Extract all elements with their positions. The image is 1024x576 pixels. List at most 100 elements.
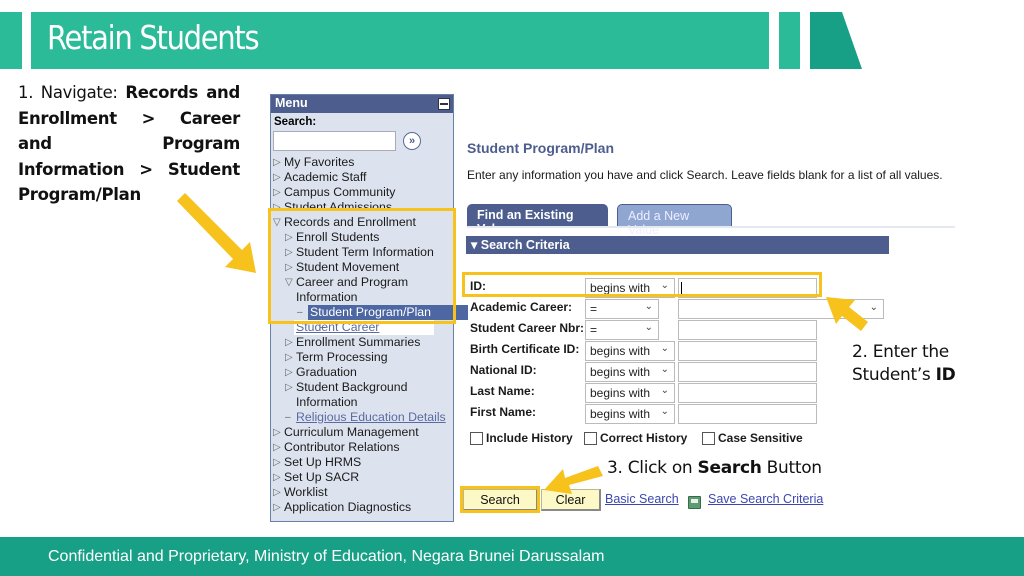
menu-item-label: My Favorites xyxy=(284,155,355,169)
menu-item-label: Information xyxy=(296,395,358,409)
menu-item-term-processing[interactable]: ▷ Term Processing xyxy=(271,350,453,365)
academic-career-operator-select[interactable]: = ⌄ xyxy=(585,299,659,319)
step2-prefix: Student’s xyxy=(852,365,936,385)
step2-instruction: 2. Enter the Student’s ID xyxy=(852,341,956,387)
triangle-right-icon: ▷ xyxy=(273,187,281,198)
case-sensitive-checkbox[interactable]: Case Sensitive xyxy=(702,431,803,445)
menu-item-curriculum-management[interactable]: ▷ Curriculum Management xyxy=(271,425,453,440)
checkbox-box[interactable] xyxy=(470,431,483,445)
menu-search-go-icon[interactable]: » xyxy=(403,132,421,150)
page-title: Student Program/Plan xyxy=(467,140,615,156)
menu-search-label: Search: xyxy=(274,116,317,128)
menu-item-label: Student Background xyxy=(296,380,408,394)
step2-bold: ID xyxy=(935,365,956,385)
menu-item-label: Curriculum Management xyxy=(284,425,419,439)
clear-button[interactable]: Clear xyxy=(541,489,601,511)
national-id-operator-select[interactable]: begins with ⌄ xyxy=(585,362,675,382)
step3-instruction: 3. Click on Search Button xyxy=(607,458,822,478)
triangle-right-icon: ▷ xyxy=(273,502,281,513)
menu-item-enrollment-summaries[interactable]: ▷ Enrollment Summaries xyxy=(271,335,453,350)
menu-item-set-up-sacr[interactable]: ▷ Set Up SACR xyxy=(271,470,453,485)
include-history-checkbox[interactable]: Include History xyxy=(470,431,573,445)
menu-item-label: Graduation xyxy=(296,365,357,379)
chevron-down-icon: ⌄ xyxy=(660,385,669,396)
field-label: National ID: xyxy=(470,363,537,377)
triangle-right-icon: ▷ xyxy=(273,442,281,453)
collapse-icon[interactable] xyxy=(438,98,450,110)
academic-career-select[interactable]: ⌄ xyxy=(678,299,884,319)
search-criteria-header[interactable]: ▾ Search Criteria xyxy=(466,236,889,254)
menu-item-label: Contributor Relations xyxy=(284,440,400,454)
save-disk-icon[interactable] xyxy=(688,496,701,509)
chevron-down-icon: ⌄ xyxy=(660,364,669,375)
birth-certificate-id-operator-select[interactable]: begins with ⌄ xyxy=(585,341,675,361)
national-id-input[interactable] xyxy=(678,362,817,382)
step3-prefix: 3. Click on xyxy=(607,458,698,478)
tab-add-new-value[interactable]: Add a New Value xyxy=(617,204,732,237)
menu-search-input[interactable] xyxy=(273,131,396,151)
tab-divider xyxy=(467,226,955,228)
checkbox-label: Correct History xyxy=(600,431,688,445)
footer-text: Confidential and Proprietary, Ministry o… xyxy=(48,548,605,565)
slide-title: Retain Students xyxy=(47,18,260,57)
checkbox-box[interactable] xyxy=(702,431,715,445)
triangle-right-icon: ▷ xyxy=(285,337,293,348)
checkbox-label: Include History xyxy=(486,431,573,445)
student-career-nbr-input[interactable] xyxy=(678,320,817,340)
correct-history-checkbox[interactable]: Correct History xyxy=(584,431,687,445)
first-name-operator-select[interactable]: begins with ⌄ xyxy=(585,404,675,424)
header-accent-bar xyxy=(779,12,800,69)
field-label: First Name: xyxy=(470,405,537,419)
menu-item-my-favorites[interactable]: ▷ My Favorites xyxy=(271,155,453,170)
triangle-right-icon: ▷ xyxy=(273,487,281,498)
menu-item-campus-community[interactable]: ▷ Campus Community xyxy=(271,185,453,200)
checkbox-box[interactable] xyxy=(584,431,597,445)
menu-item-label: Campus Community xyxy=(284,185,396,199)
triangle-right-icon: ▷ xyxy=(273,157,281,168)
menu-item-academic-staff[interactable]: ▷ Academic Staff xyxy=(271,170,453,185)
search-criteria-title: Search Criteria xyxy=(480,238,570,252)
header-accent-trapezoid xyxy=(810,12,862,69)
triangle-right-icon: ▷ xyxy=(273,472,281,483)
menu-header: Menu xyxy=(271,95,453,113)
menu-item-label: Academic Staff xyxy=(284,170,367,184)
chevron-down-icon: ⌄ xyxy=(644,322,653,333)
header-accent-left xyxy=(0,12,22,69)
menu-title: Menu xyxy=(275,96,308,110)
step1-instruction: 1. Navigate: Records and Enrollment > Ca… xyxy=(18,80,240,208)
menu-item-label: Enrollment Summaries xyxy=(296,335,421,349)
highlight-search-button xyxy=(460,486,540,513)
triangle-right-icon: ▷ xyxy=(285,367,293,378)
field-label: Student Career Nbr: xyxy=(470,321,585,335)
menu-item-information: Information xyxy=(271,395,453,410)
tab-find-existing-value[interactable]: Find an Existing Value xyxy=(467,204,608,236)
menu-item-worklist[interactable]: ▷ Worklist xyxy=(271,485,453,500)
birth-certificate-id-input[interactable] xyxy=(678,341,817,361)
save-search-criteria-link[interactable]: Save Search Criteria xyxy=(708,492,823,506)
student-career-nbr-operator-select[interactable]: = ⌄ xyxy=(585,320,659,340)
triangle-right-icon: ▷ xyxy=(285,382,293,393)
menu-item-label: Term Processing xyxy=(296,350,388,364)
step1-prefix: 1. Navigate: xyxy=(18,83,126,102)
step3-bold: Search xyxy=(697,458,762,478)
step3-suffix: Button xyxy=(761,458,822,478)
chevron-down-icon: ⌄ xyxy=(869,302,878,313)
menu-item-contributor-relations[interactable]: ▷ Contributor Relations xyxy=(271,440,453,455)
menu-item-set-up-hrms[interactable]: ▷ Set Up HRMS xyxy=(271,455,453,470)
first-name-input[interactable] xyxy=(678,404,817,424)
last-name-input[interactable] xyxy=(678,383,817,403)
menu-item-religious-education-details[interactable]: – Religious Education Details xyxy=(271,410,453,425)
menu-item-label: Worklist xyxy=(284,485,328,499)
field-label: Last Name: xyxy=(470,384,535,398)
chevron-down-icon: ⌄ xyxy=(660,343,669,354)
last-name-operator-select[interactable]: begins with ⌄ xyxy=(585,383,675,403)
triangle-right-icon: ▷ xyxy=(273,427,281,438)
chevron-down-icon: ⌄ xyxy=(644,301,653,312)
menu-item-graduation[interactable]: ▷ Graduation xyxy=(271,365,453,380)
basic-search-link[interactable]: Basic Search xyxy=(605,492,679,506)
highlight-menu-path xyxy=(268,208,456,324)
menu-item-student-background[interactable]: ▷ Student Background xyxy=(271,380,453,395)
footer-bar: Confidential and Proprietary, Ministry o… xyxy=(0,537,1024,576)
menu-item-application-diagnostics[interactable]: ▷ Application Diagnostics xyxy=(271,500,453,515)
menu-item-label: Set Up SACR xyxy=(284,470,360,484)
